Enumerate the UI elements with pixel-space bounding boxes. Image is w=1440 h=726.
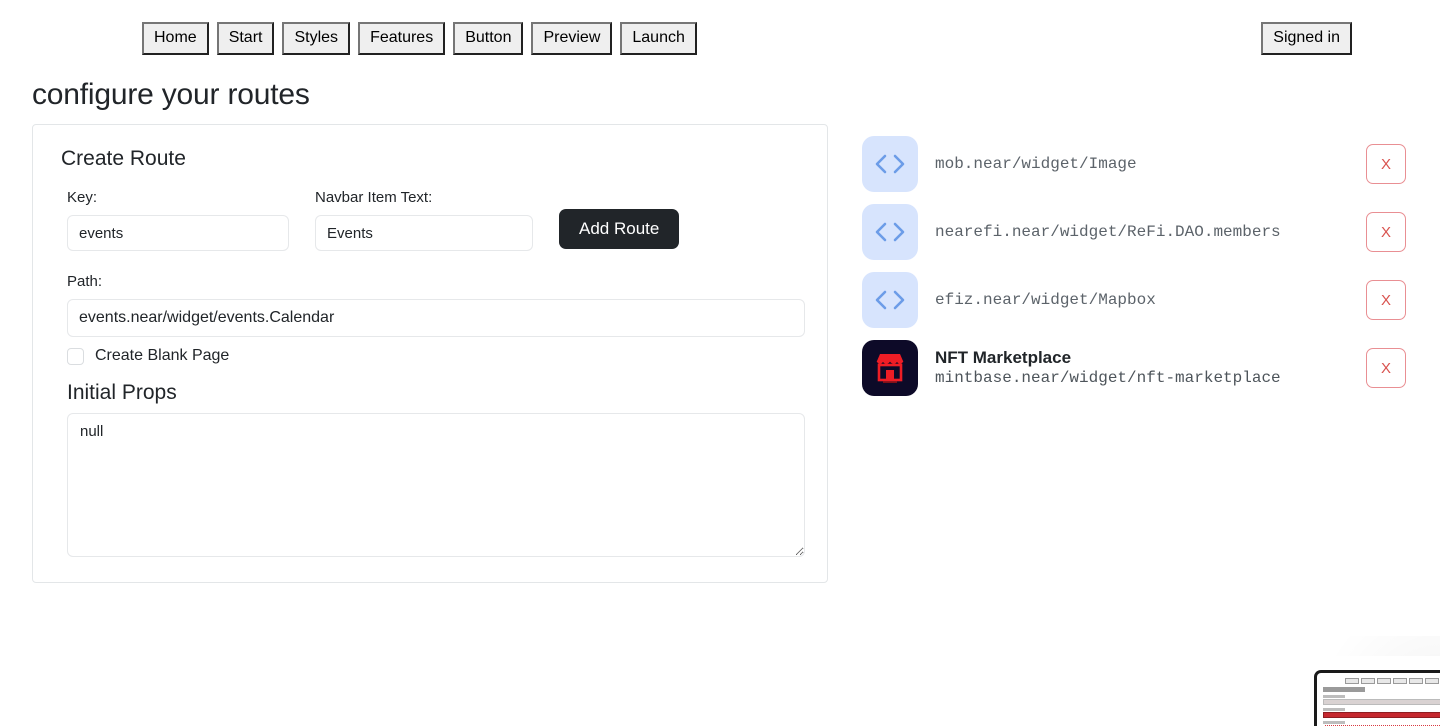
widget-path: mob.near/widget/Image: [935, 154, 1137, 173]
create-route-heading: Create Route: [61, 147, 186, 170]
nav-button-button[interactable]: Button: [453, 22, 524, 55]
mini-preview-heading: [1323, 687, 1365, 692]
widget-list-item[interactable]: nearefi.near/widget/ReFi.DAO.members X: [862, 198, 1406, 266]
signed-in-button[interactable]: Signed in: [1261, 22, 1352, 55]
route-fields-row: Key: Navbar Item Text: Add Route: [67, 189, 799, 251]
page-title: configure your routes: [32, 78, 310, 111]
delete-widget-button[interactable]: X: [1366, 280, 1406, 320]
mini-nav-item: [1345, 678, 1359, 684]
path-field-group: Path:: [67, 273, 805, 337]
nav-button-features[interactable]: Features: [358, 22, 446, 55]
mini-preview-color-bar: [1323, 712, 1440, 718]
widget-text-block: nearefi.near/widget/ReFi.DAO.members: [935, 222, 1406, 243]
key-field-group: Key:: [67, 189, 289, 251]
delete-widget-button[interactable]: X: [1366, 212, 1406, 252]
widget-text-block: NFT Marketplace mintbase.near/widget/nft…: [935, 347, 1406, 389]
path-label: Path:: [67, 273, 103, 290]
create-blank-page-label[interactable]: Create Blank Page: [95, 347, 229, 365]
nav-button-group: Home Start Styles Features Button Previe…: [142, 22, 697, 55]
widget-path: efiz.near/widget/Mapbox: [935, 290, 1156, 309]
initial-props-heading: Initial Props: [67, 381, 177, 404]
nav-button-start[interactable]: Start: [216, 22, 275, 55]
nav-button-home[interactable]: Home: [142, 22, 209, 55]
mini-preview-label: [1323, 708, 1345, 711]
navbar-item-text-label: Navbar Item Text:: [315, 189, 433, 206]
add-route-button[interactable]: Add Route: [559, 209, 680, 249]
code-icon: [862, 136, 918, 192]
mini-nav-item: [1393, 678, 1407, 684]
mini-nav-item: [1425, 678, 1439, 684]
path-input[interactable]: [67, 299, 805, 337]
storefront-icon: [862, 340, 918, 396]
widget-list-item[interactable]: efiz.near/widget/Mapbox X: [862, 266, 1406, 334]
create-blank-page-row: Create Blank Page: [67, 347, 799, 365]
mini-nav-item: [1409, 678, 1423, 684]
mini-nav-item: [1377, 678, 1391, 684]
widget-list-item[interactable]: NFT Marketplace mintbase.near/widget/nft…: [862, 334, 1406, 402]
initial-props-textarea[interactable]: null: [67, 413, 805, 557]
navbar-item-text-field-group: Navbar Item Text:: [315, 189, 533, 251]
key-input[interactable]: [67, 215, 289, 251]
widget-text-block: mob.near/widget/Image: [935, 154, 1406, 175]
widget-path: mintbase.near/widget/nft-marketplace: [935, 369, 1281, 388]
mini-nav-item: [1361, 678, 1375, 684]
code-icon: [862, 272, 918, 328]
navbar-item-text-input[interactable]: [315, 215, 533, 251]
delete-widget-button[interactable]: X: [1366, 348, 1406, 388]
mini-preview-label: [1323, 721, 1345, 724]
widget-list: mob.near/widget/Image X nearefi.near/wid…: [862, 130, 1406, 402]
mini-preview-nav: [1345, 678, 1440, 684]
create-blank-page-checkbox[interactable]: [67, 347, 84, 365]
nav-button-preview[interactable]: Preview: [531, 22, 613, 55]
code-icon: [862, 204, 918, 260]
nav-button-styles[interactable]: Styles: [282, 22, 351, 55]
key-label: Key:: [67, 189, 98, 206]
mini-preview-color-bar: [1323, 699, 1440, 705]
nav-button-launch[interactable]: Launch: [620, 22, 697, 55]
widget-list-item[interactable]: mob.near/widget/Image X: [862, 130, 1406, 198]
widget-path: nearefi.near/widget/ReFi.DAO.members: [935, 222, 1281, 241]
delete-widget-button[interactable]: X: [1366, 144, 1406, 184]
top-navigation-bar: Home Start Styles Features Button Previe…: [0, 0, 1440, 72]
widget-text-block: efiz.near/widget/Mapbox: [935, 290, 1406, 311]
widget-name: NFT Marketplace: [935, 347, 1072, 367]
auth-status-container: Signed in: [1261, 22, 1352, 55]
mini-preview-frame: [1314, 670, 1440, 726]
create-route-card: Create Route Key: Navbar Item Text: Add …: [32, 124, 828, 583]
mini-preview-label: [1323, 695, 1345, 698]
